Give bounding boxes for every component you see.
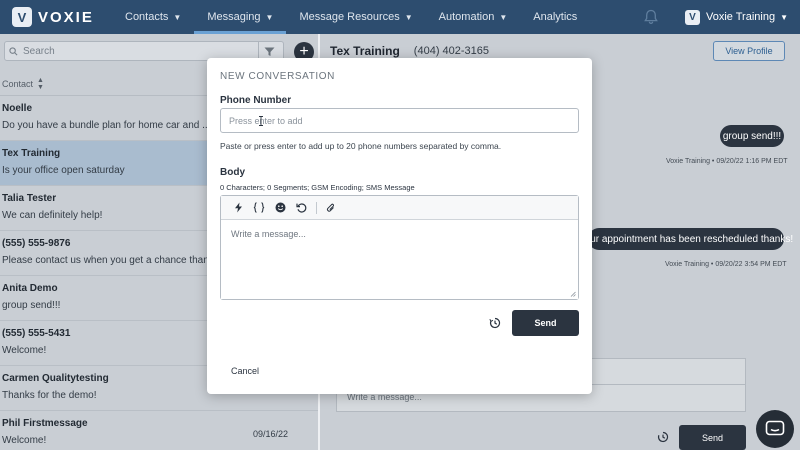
message-editor (220, 195, 579, 300)
contact-date: 09/16/22 (252, 429, 288, 439)
modal-title: NEW CONVERSATION (220, 71, 335, 82)
body-label: Body (220, 167, 245, 178)
phone-number-label: Phone Number (220, 95, 292, 106)
nav-item-message-resources[interactable]: Message Resources ▼ (286, 0, 425, 34)
body-stats: 0 Characters; 0 Segments; GSM Encoding; … (220, 183, 415, 192)
nav-right: V Voxie Training ▼ (643, 0, 800, 34)
sort-arrows-icon: ▲ ▼ (37, 76, 44, 91)
brand-name: VOXIE (38, 8, 94, 26)
send-button[interactable]: Send (679, 425, 746, 450)
nav-menu: Contacts ▼ Messaging ▼ Message Resources ▼ … (112, 0, 590, 34)
chevron-down-icon: ▼ (499, 12, 508, 22)
phone-number-help: Paste or press enter to add up to 20 pho… (220, 141, 502, 151)
account-avatar: V (684, 9, 700, 25)
filter-icon (264, 47, 275, 56)
bell-icon[interactable] (643, 9, 659, 25)
nav-item-label: Messaging (207, 11, 261, 23)
nav-item-messaging[interactable]: Messaging ▼ (194, 0, 287, 34)
chevron-down-icon: ▼ (265, 12, 274, 22)
cancel-button[interactable]: Cancel (231, 366, 259, 376)
schedule-icon[interactable] (489, 317, 501, 329)
search-icon (9, 46, 18, 55)
nav-item-analytics[interactable]: Analytics (520, 0, 590, 34)
conversation-phone: (404) 402-3165 (413, 45, 490, 57)
sort-label: Contact (2, 78, 34, 89)
nav-item-label: Message Resources (299, 11, 400, 23)
message-body-input[interactable] (221, 220, 578, 299)
view-profile-button[interactable]: View Profile (713, 41, 785, 61)
phone-number-input[interactable] (220, 108, 579, 133)
account-name: Voxie Training (705, 11, 776, 23)
nav-item-automation[interactable]: Automation ▼ (426, 0, 521, 34)
brand-logo[interactable]: V VOXIE (0, 0, 112, 34)
list-item[interactable]: Phil Firstmessage Welcome! 09/16/22 (0, 411, 318, 450)
top-nav: V VOXIE Contacts ▼ Messaging ▼ Message Res… (0, 0, 800, 34)
chevron-down-icon: ▼ (404, 12, 413, 22)
chat-widget-button[interactable] (756, 410, 794, 448)
editor-toolbar (221, 196, 578, 220)
paperclip-icon[interactable] (324, 201, 338, 215)
schedule-icon[interactable] (657, 431, 669, 443)
message-bubble: group send!!! (720, 125, 784, 147)
nav-item-contacts[interactable]: Contacts ▼ (112, 0, 194, 34)
nav-item-label: Analytics (533, 11, 578, 23)
nav-item-label: Contacts (125, 11, 169, 23)
chevron-down-icon: ▼ (780, 12, 788, 22)
contact-name: Phil Firstmessage (2, 418, 88, 429)
braces-icon[interactable] (252, 201, 266, 215)
nav-item-label: Automation (438, 11, 495, 23)
message-bubble: Your appointment has been rescheduled th… (579, 228, 793, 250)
search-placeholder: Search (23, 45, 55, 57)
lightning-icon[interactable] (231, 201, 245, 215)
new-conversation-modal: NEW CONVERSATION Phone Number Paste or p… (207, 58, 592, 394)
toolbar-divider (316, 201, 317, 214)
chat-bubble-icon (765, 420, 785, 436)
send-button[interactable]: Send (512, 310, 579, 336)
account-menu[interactable]: V Voxie Training ▼ (684, 9, 788, 25)
brand-mark: V (12, 7, 32, 27)
conversation-header: Tex Training (404) 402-3165 (330, 44, 489, 58)
message-meta: Voxie Training • 09/20/22 1:16 PM EDT (666, 158, 788, 165)
message-meta: Voxie Training • 09/20/22 3:54 PM EDT (665, 261, 787, 268)
conversation-name: Tex Training (330, 44, 400, 58)
resize-handle-icon[interactable] (570, 291, 576, 297)
undo-icon[interactable] (294, 201, 308, 215)
emoji-icon[interactable] (273, 201, 287, 215)
text-cursor-icon (259, 116, 263, 126)
chevron-down-icon: ▼ (173, 12, 182, 22)
